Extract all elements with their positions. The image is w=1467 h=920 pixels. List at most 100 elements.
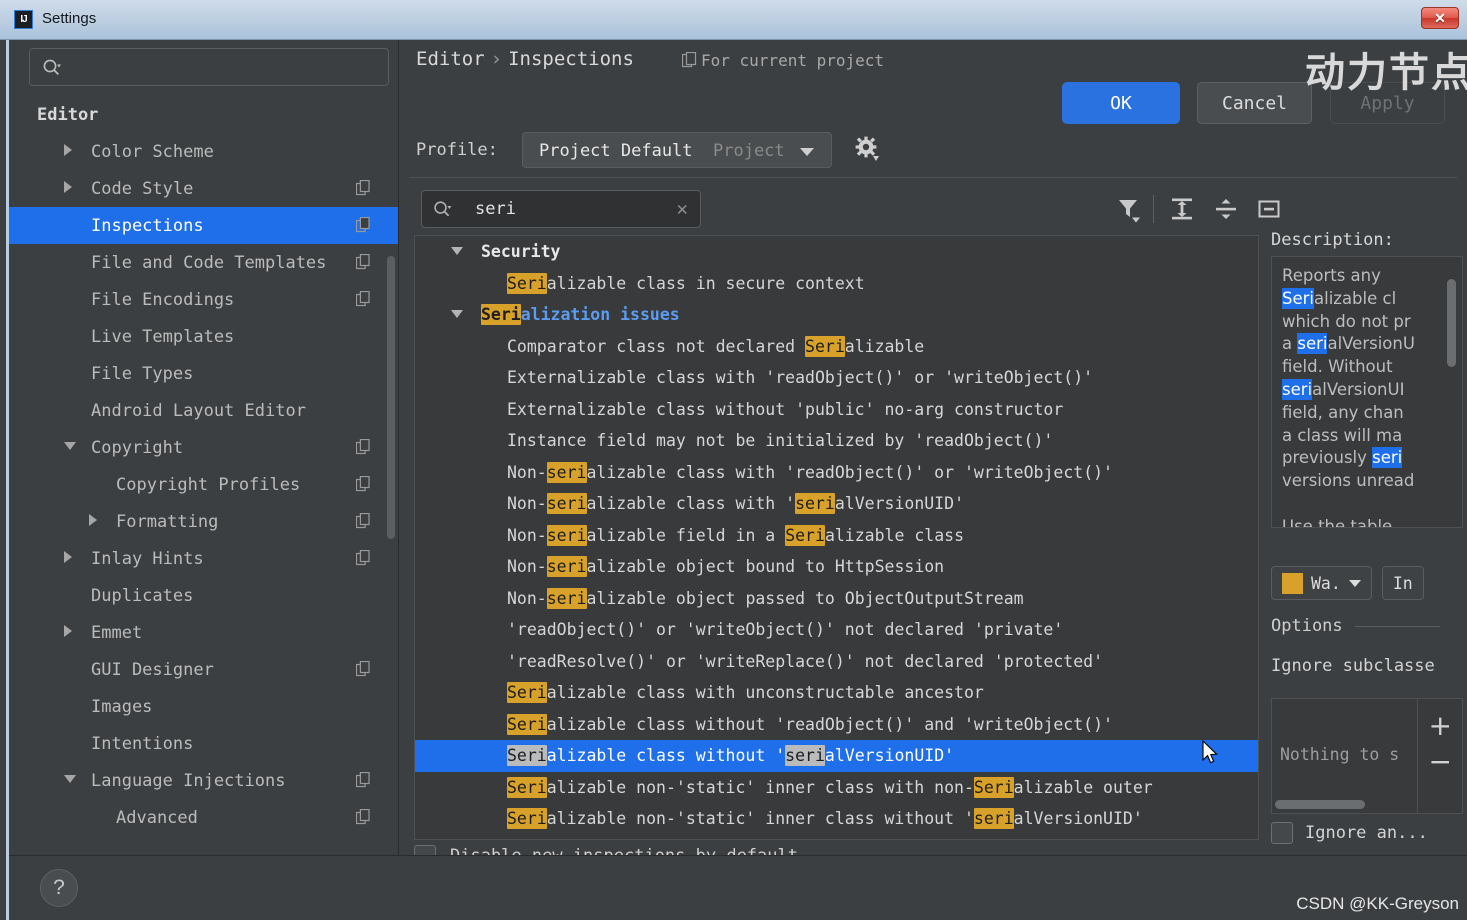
sidebar-item-editor[interactable]: Editor [9, 96, 398, 133]
scope-select[interactable]: In [1381, 566, 1424, 600]
text-segment: a [1282, 334, 1298, 354]
inspection-row[interactable]: Serializable [415, 835, 1258, 840]
description-line: which do not pr [1282, 311, 1452, 334]
collapse-all-icon[interactable] [1212, 195, 1240, 223]
inspection-row[interactable]: Non-serializable class with 'readObject(… [415, 457, 1258, 489]
search-match-highlight: Seri [805, 335, 845, 357]
inspection-row[interactable]: Comparator class not declared Serializab… [415, 331, 1258, 363]
sidebar-item-file-types[interactable]: File Types [9, 355, 398, 392]
ok-button[interactable]: OK [1062, 82, 1180, 124]
sidebar-item-color-scheme[interactable]: Color Scheme [9, 133, 398, 170]
sidebar-item-advanced[interactable]: Advanced [9, 799, 398, 836]
sidebar-item-label: Inspections [91, 215, 204, 236]
ignore-subclasses-list[interactable]: Nothing to s + − [1271, 698, 1463, 814]
text-segment: Reports any [1282, 266, 1381, 285]
sidebar-item-intentions[interactable]: Intentions [9, 725, 398, 762]
inspection-row[interactable]: Serializable non-'static' inner class wi… [415, 772, 1258, 804]
inspection-row[interactable]: 'readResolve()' or 'writeReplace()' not … [415, 646, 1258, 678]
description-scrollbar[interactable] [1447, 279, 1456, 367]
chevron-down-icon[interactable] [64, 442, 76, 450]
severity-color-swatch [1282, 572, 1303, 594]
sidebar-item-code-style[interactable]: Code Style [9, 170, 398, 207]
breadcrumb-root[interactable]: Editor [416, 48, 485, 70]
inspection-label: Non-serializable object bound to HttpSes… [507, 556, 944, 578]
inspection-row[interactable]: Non-serializable object passed to Object… [415, 583, 1258, 615]
sidebar-item-duplicates[interactable]: Duplicates [9, 577, 398, 614]
text-segment: a class will ma [1282, 425, 1403, 445]
sidebar-scrollbar[interactable] [387, 256, 395, 539]
text-segment: alVersionU [1327, 334, 1415, 354]
sidebar-item-file-encodings[interactable]: File Encodings [9, 281, 398, 318]
sidebar-search-input[interactable] [29, 48, 389, 86]
sidebar-item-inspections[interactable]: Inspections [9, 207, 398, 244]
close-icon[interactable]: ✕ [1421, 7, 1459, 29]
inspection-label: Serializable non-'static' inner class wi… [507, 776, 1153, 798]
sidebar-item-inlay-hints[interactable]: Inlay Hints [9, 540, 398, 577]
description-line: Reports any [1282, 265, 1452, 288]
inspection-row[interactable]: Serializable class with unconstructable … [415, 677, 1258, 709]
project-copy-icon [355, 438, 371, 455]
inspection-row[interactable]: Serializable class without 'readObject()… [415, 709, 1258, 741]
ignore-anonymous-row[interactable]: Ignore an... [1271, 822, 1428, 844]
sidebar-item-label: Intentions [91, 733, 194, 754]
inspection-row[interactable]: Security [415, 236, 1258, 268]
gear-icon[interactable] [855, 136, 879, 162]
search-match-highlight: Seri [1282, 287, 1314, 309]
inspection-row[interactable]: Serialization issues [415, 299, 1258, 331]
inspection-row[interactable]: Non-serializable class with 'serialVersi… [415, 488, 1258, 520]
expand-all-icon[interactable] [1168, 195, 1196, 223]
sidebar-item-language-injections[interactable]: Language Injections [9, 762, 398, 799]
text-segment: Comparator class not declared [507, 336, 806, 356]
inspection-row[interactable]: Non-serializable field in a Serializable… [415, 520, 1258, 552]
sidebar-item-live-templates[interactable]: Live Templates [9, 318, 398, 355]
inspection-search-input[interactable]: seri ✕ [421, 190, 701, 228]
chevron-down-icon[interactable] [451, 247, 463, 255]
chevron-right-icon[interactable] [64, 551, 72, 563]
severity-select[interactable]: Wa. [1271, 566, 1372, 600]
profile-select[interactable]: Project Default Project [522, 132, 832, 168]
sidebar-item-images[interactable]: Images [9, 688, 398, 725]
inspection-row[interactable]: Instance field may not be initialized by… [415, 425, 1258, 457]
chevron-down-icon[interactable] [64, 775, 76, 783]
text-segment: alVersionUI [1312, 379, 1405, 399]
inspection-row[interactable]: Non-serializable object bound to HttpSes… [415, 551, 1258, 583]
options-header-label: Options [1271, 616, 1343, 636]
inspection-row[interactable]: 'readObject()' or 'writeObject()' not de… [415, 614, 1258, 646]
ignore-subclasses-label: Ignore subclasse [1271, 656, 1435, 676]
clear-search-icon[interactable]: ✕ [677, 198, 688, 220]
inspection-row[interactable]: Serializable class in secure context [415, 268, 1258, 300]
remove-button[interactable]: − [1429, 745, 1452, 778]
text-segment: alizable class with 'readObject()' or 'w… [586, 462, 1114, 482]
sidebar-item-copyright-profiles[interactable]: Copyright Profiles [9, 466, 398, 503]
add-button[interactable]: + [1429, 709, 1452, 742]
text-segment: alizable object passed to ObjectOutputSt… [586, 588, 1024, 608]
inspection-row[interactable]: Serializable non-'static' inner class wi… [415, 803, 1258, 835]
chevron-right-icon[interactable] [89, 514, 97, 526]
inspection-tree[interactable]: Security Serializable class in secure con… [414, 235, 1259, 840]
sidebar-item-copyright[interactable]: Copyright [9, 429, 398, 466]
cancel-button[interactable]: Cancel [1197, 82, 1312, 124]
sidebar-item-emmet[interactable]: Emmet [9, 614, 398, 651]
search-match-highlight: seri [546, 493, 587, 515]
inspection-row[interactable]: Serializable class without 'serialVersio… [415, 740, 1258, 772]
inspection-label: Non-serializable class with 'serialVersi… [507, 493, 964, 515]
list-horizontal-scrollbar[interactable] [1275, 800, 1365, 809]
sidebar-item-file-and-code-templates[interactable]: File and Code Templates [9, 244, 398, 281]
filter-icon[interactable] [1115, 195, 1143, 223]
sidebar-item-gui-designer[interactable]: GUI Designer [9, 651, 398, 688]
sidebar-item-android-layout-editor[interactable]: Android Layout Editor [9, 392, 398, 429]
ignore-anonymous-checkbox[interactable] [1271, 822, 1293, 844]
chevron-right-icon[interactable] [64, 625, 72, 637]
sidebar-item-formatting[interactable]: Formatting [9, 503, 398, 540]
reset-icon[interactable] [1255, 195, 1283, 223]
inspection-row[interactable]: Externalizable class without 'public' no… [415, 394, 1258, 426]
help-button[interactable]: ? [40, 869, 78, 907]
text-segment: Externalizable class with 'readObject()'… [507, 368, 1094, 388]
search-match-highlight: Seri [973, 776, 1014, 798]
chevron-down-icon[interactable] [451, 310, 463, 318]
chevron-right-icon[interactable] [64, 181, 72, 193]
search-match-highlight: seri [546, 587, 587, 609]
inspection-row[interactable]: Externalizable class with 'readObject()'… [415, 362, 1258, 394]
chevron-right-icon[interactable] [64, 144, 72, 156]
description-text: Reports any Serializable cl which do not p… [1282, 265, 1452, 527]
